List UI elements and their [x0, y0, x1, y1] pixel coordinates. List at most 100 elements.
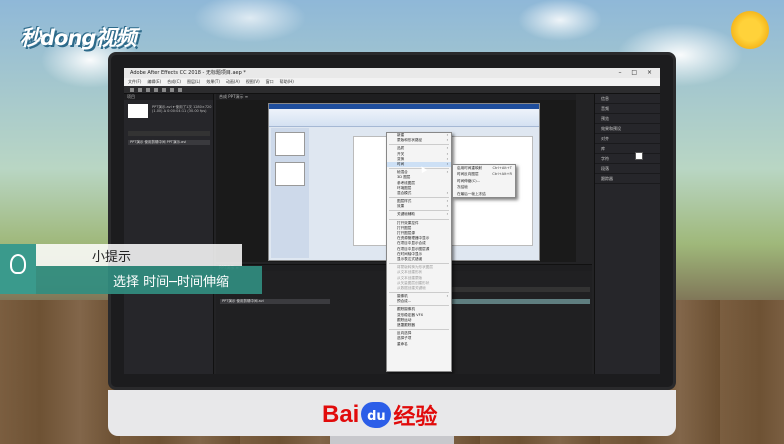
menu-separator — [389, 305, 449, 307]
timeline-layer-bar[interactable] — [446, 299, 590, 304]
window-title: Adobe After Effects CC 2018 - 无标题项目.aep … — [130, 70, 246, 76]
tools-toolbar — [124, 86, 660, 94]
panel-item[interactable]: 预览 — [595, 114, 660, 124]
context-menu-label: 显示表达式错误 — [397, 256, 423, 261]
menu-bar: 文件(F) 编辑(E) 合成(C) 图层(L) 效果(T) 动画(A) 视图(V) 窗口 帮助(… — [124, 78, 660, 86]
menu-item[interactable]: 窗口 — [266, 78, 274, 86]
footage-info: PPT演示.avi ▾ 使用了1次 1280×720 (1.00) Δ 0:00… — [152, 105, 212, 113]
context-menu-label: 在项目中显示图层源 — [397, 246, 430, 251]
panel-item[interactable]: 对齐 — [595, 134, 660, 144]
context-menu-label: 打开图层 — [397, 225, 412, 230]
context-menu-label: 变形稳定器 VFX — [397, 312, 424, 317]
project-item-row[interactable]: PPT演示 使用剪辑中间 PPT演示.avi — [128, 140, 210, 145]
panel-item[interactable]: 跟踪器 — [595, 174, 660, 184]
submenu-item[interactable]: 在最后一帧上冻结 — [453, 191, 515, 197]
context-menu-label: 预合成... — [397, 299, 412, 304]
window-titlebar: Adobe After Effects CC 2018 - 无标题项目.aep … — [124, 68, 660, 78]
app-screen: Adobe After Effects CC 2018 - 无标题项目.aep … — [124, 68, 660, 374]
context-menu-item[interactable]: 关键帧辅助 › — [387, 212, 451, 217]
tip-title-bar: 小提示 — [36, 244, 242, 266]
context-menu-label: 在项目中显示合成 — [397, 241, 426, 246]
context-menu-label: 时间 — [397, 161, 405, 166]
menu-item[interactable]: 图层(L) — [187, 78, 200, 86]
context-menu-label: 环境图层 — [397, 185, 412, 190]
panel-item[interactable]: 库 — [595, 144, 660, 154]
context-menu-label: 从文本创建蒙版 — [397, 275, 423, 280]
panel-item[interactable]: 音频 — [595, 104, 660, 114]
slide-thumbnail — [275, 162, 305, 186]
hand-tool-icon[interactable] — [138, 88, 142, 92]
video-logo: 秒dong视频 — [20, 26, 136, 50]
submenu-label: 时间反向图层 — [457, 172, 479, 177]
context-menu-label: 打开图层源 — [397, 231, 415, 235]
text-tool-icon[interactable] — [178, 88, 182, 92]
context-menu-item[interactable]: 蒙版和形状路径 › — [387, 138, 451, 143]
baidu-jingyan-logo: Bai du 经验 — [322, 398, 437, 432]
zoom-tool-icon[interactable] — [146, 88, 150, 92]
menu-separator — [389, 144, 449, 146]
chevron-right-icon: › — [446, 212, 448, 217]
context-menu-label: 蒙版和形状路径 — [397, 138, 423, 143]
footage-slide-pane — [271, 128, 309, 258]
chevron-right-icon: › — [446, 190, 448, 195]
context-menu-label: 选择子项 — [397, 336, 412, 341]
context-menu-item[interactable]: 重命名 — [387, 342, 451, 347]
timeline-layer-row[interactable]: PPT演示 使用剪辑中间.avi — [220, 299, 330, 304]
menu-item[interactable]: 合成(C) — [167, 78, 181, 86]
context-menu-label: 图层样式 — [397, 199, 412, 204]
context-menu-item[interactable]: 预合成... — [387, 299, 451, 304]
camera-tool-icon[interactable] — [162, 88, 166, 92]
menu-item[interactable]: 视图(V) — [246, 78, 260, 86]
context-menu-label: 在时间轴中显示 — [397, 251, 423, 256]
context-menu-label: 在资源管理器中显示 — [397, 236, 430, 241]
project-search-input[interactable] — [128, 131, 210, 136]
context-menu-label: 变换 — [397, 156, 405, 161]
menu-item[interactable]: 帮助(H) — [280, 78, 294, 86]
context-menu-label: 重命名 — [397, 341, 408, 346]
project-tab[interactable]: 项目 — [124, 94, 213, 100]
context-menu-label: 新建 — [397, 133, 405, 137]
menu-separator — [389, 197, 449, 199]
window-controls[interactable]: – □ × — [618, 68, 656, 78]
panel-item[interactable]: 段落 — [595, 164, 660, 174]
context-menu-item[interactable]: 遮罩跟踪器 — [387, 323, 451, 328]
context-menu-label: 从文本创建形状 — [397, 270, 423, 275]
tip-title: 小提示 — [92, 250, 132, 265]
context-menu-item[interactable]: 混合模式 › — [387, 191, 451, 196]
context-menu-label: 从矢量图层创建形状 — [397, 280, 430, 285]
lightbulb-icon — [10, 254, 26, 274]
submenu-label: 冻结帧 — [457, 185, 468, 190]
footage-ribbon — [269, 109, 539, 127]
baidu-paw-icon: du — [361, 402, 392, 428]
context-menu-label: 摄像机 — [397, 294, 408, 299]
monitor-stand — [330, 436, 454, 444]
menu-separator — [389, 329, 449, 331]
panel-item[interactable]: 字符 — [595, 154, 660, 164]
context-menu-label: 将蒙版转换为形状图层 — [397, 265, 433, 270]
context-menu-item[interactable]: 效果 › — [387, 204, 451, 209]
context-menu-label: 参考线图层 — [397, 180, 415, 185]
context-menu-label: 跟踪摄像机 — [397, 307, 415, 312]
timeline-ruler[interactable] — [446, 287, 590, 292]
context-menu-label: 关键帧辅助 — [397, 212, 415, 217]
menu-item[interactable]: 文件(F) — [128, 78, 141, 86]
rotate-tool-icon[interactable] — [154, 88, 158, 92]
tip-panel-icon — [0, 244, 36, 294]
select-tool-icon[interactable] — [130, 88, 134, 92]
jingyan-text: 经验 — [393, 405, 438, 430]
composition-tab[interactable]: 合成 PPT演示 ≡ — [216, 94, 576, 100]
context-menu-item[interactable]: 显示表达式错误 — [387, 257, 451, 262]
context-menu-label: 反向选择 — [397, 331, 412, 336]
menu-item[interactable]: 效果(T) — [206, 78, 220, 86]
right-panels: 信息 音频 预览 效果和预设 对齐库字符 段落 跟踪器 — [594, 94, 660, 374]
pen-tool-icon[interactable] — [170, 88, 174, 92]
panel-item[interactable]: 信息 — [595, 94, 660, 104]
tip-text: 选择 时间─时间伸缩 — [113, 275, 229, 290]
menu-item[interactable]: 动画(A) — [226, 78, 240, 86]
context-menu-label: 从数据创建关键帧 — [397, 285, 426, 290]
context-menu-item[interactable]: 从数据创建关键帧 — [387, 286, 451, 291]
menu-item[interactable]: 编辑(E) — [147, 78, 161, 86]
submenu-label: 启用时间重映射 — [457, 166, 483, 170]
panel-item[interactable]: 效果和预设 — [595, 124, 660, 134]
color-swatch[interactable] — [635, 152, 643, 160]
